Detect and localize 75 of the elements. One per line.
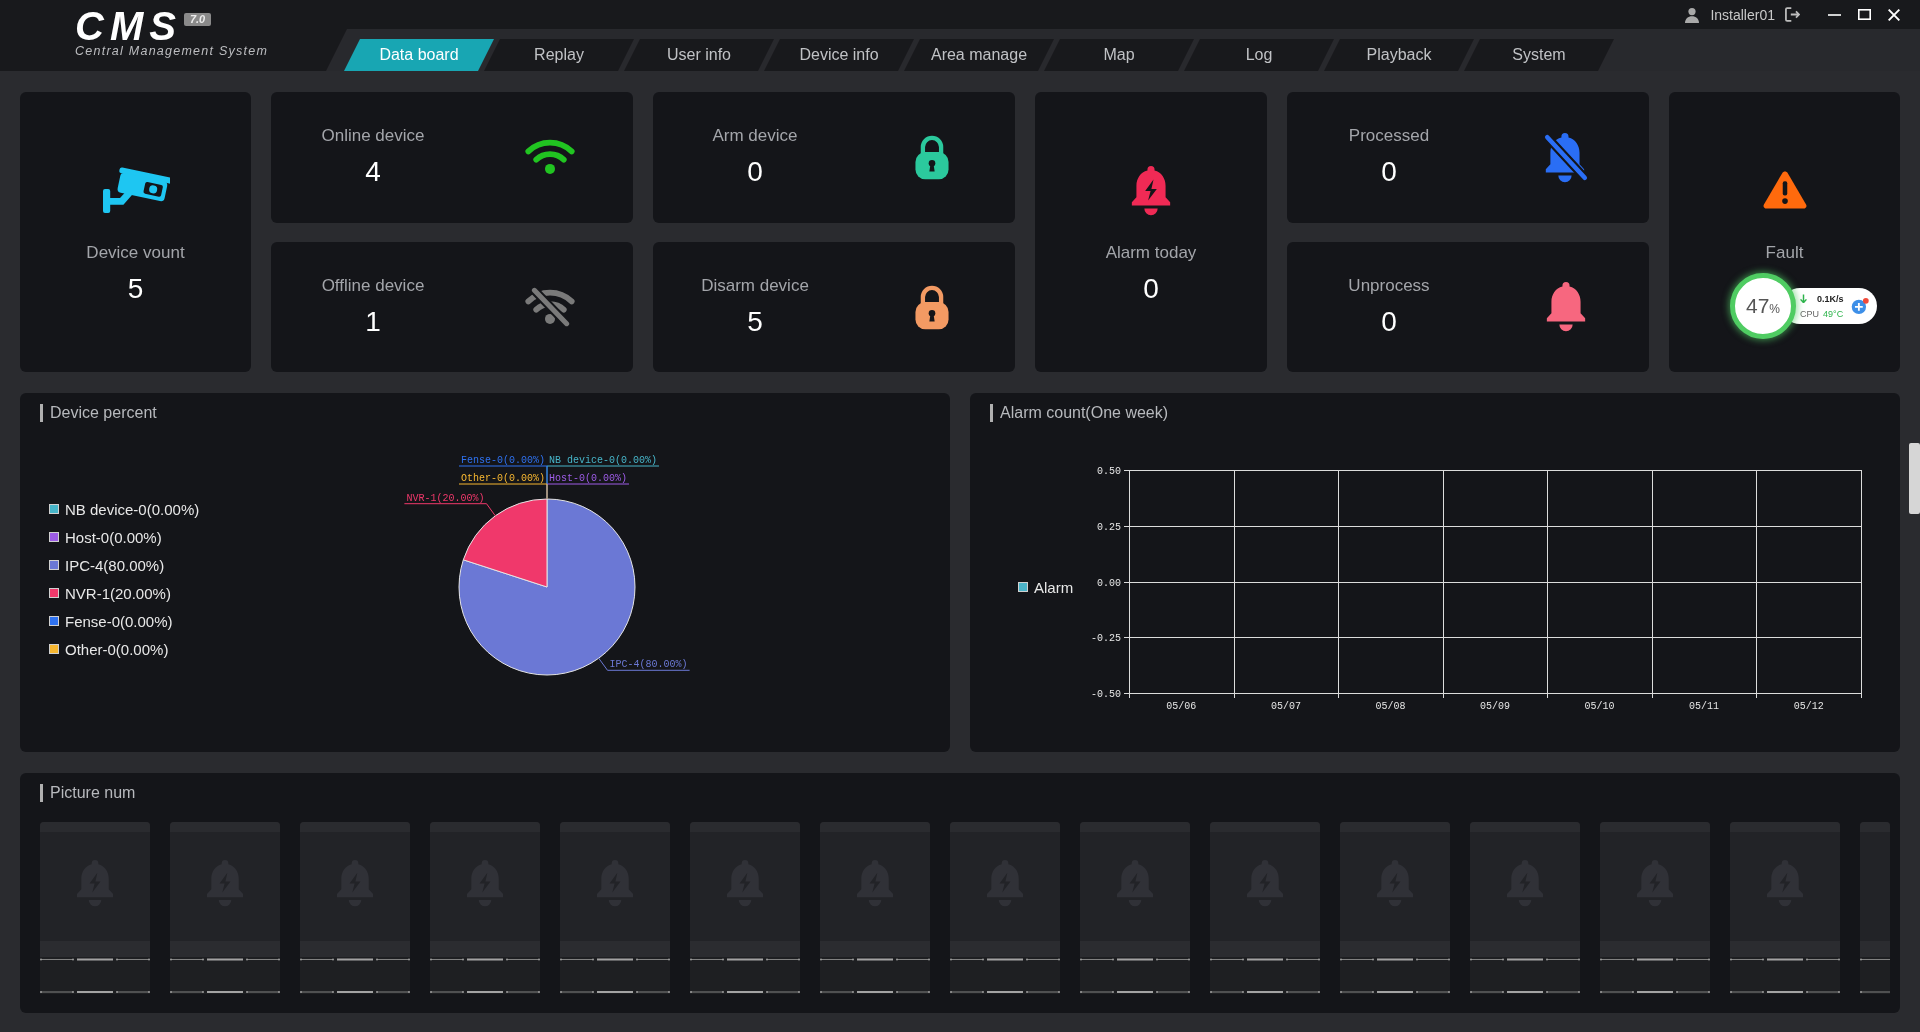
warning-icon: [1762, 171, 1807, 209]
slice-label: NB device-0(0.00%): [549, 455, 658, 466]
security-camera-icon: [101, 167, 170, 213]
stat-label: Disarm device: [701, 274, 809, 297]
version-badge: 7.0: [183, 13, 212, 26]
scrollbar-thumb[interactable]: [1909, 443, 1920, 514]
cpu-temperature: 49°C: [1823, 308, 1844, 319]
cpu-usage-value: 47: [1746, 294, 1770, 318]
nav-tab[interactable]: Device info: [764, 39, 914, 71]
slice-label: Other-0(0.00%): [461, 473, 545, 484]
stat-label: Device vount: [86, 242, 185, 264]
nav-tab[interactable]: Area manage: [904, 39, 1054, 71]
maximize-icon: [1857, 9, 1871, 20]
close-icon: [1888, 8, 1900, 21]
axis-label: -0.25: [1091, 633, 1121, 644]
nav-tab[interactable]: Playback: [1324, 39, 1474, 71]
stat-value: 4: [365, 155, 381, 190]
stat-label: Unprocess: [1348, 274, 1430, 297]
axis-label: 05/09: [1480, 701, 1510, 712]
stat-label: Online device: [321, 125, 425, 148]
nav-tab[interactable]: Map: [1044, 39, 1194, 71]
legend-label: Host-0(0.00%): [65, 528, 162, 546]
panel-title: Alarm count(One week): [990, 404, 1169, 422]
legend-label: Fense-0(0.00%): [65, 612, 173, 630]
axis-label: 05/10: [1584, 701, 1615, 712]
logout-icon[interactable]: [1785, 7, 1800, 22]
legend-label: Other-0(0.00%): [65, 640, 169, 658]
stat-label: Offline device: [321, 274, 425, 297]
lock-icon: [912, 133, 952, 182]
panel-title: Picture num: [40, 784, 136, 802]
down-arrow-icon: [1800, 294, 1807, 303]
axis-label: 05/06: [1166, 701, 1197, 712]
stat-label: Fault: [1765, 242, 1804, 264]
panel-title: Device percent: [40, 404, 157, 422]
bell-icon: [1544, 281, 1588, 333]
stat-value: 0: [747, 155, 763, 190]
legend-label: NB device-0(0.00%): [65, 500, 200, 518]
axis-label: -0.50: [1091, 689, 1121, 700]
axis-label: 0.50: [1097, 466, 1121, 477]
app-subtitle: Central Management System: [75, 44, 270, 58]
axis-label: 05/08: [1375, 701, 1406, 712]
wifi-off-icon: [525, 286, 575, 327]
axis-label: 05/11: [1689, 701, 1720, 712]
nav-tab[interactable]: Log: [1184, 39, 1334, 71]
axis-label: 05/07: [1270, 701, 1301, 712]
wifi-icon: [525, 139, 575, 176]
legend-label: NVR-1(20.00%): [65, 584, 171, 602]
network-speed: 0.1K/s: [1817, 293, 1844, 304]
stat-label: Alarm today: [1105, 242, 1197, 264]
nav-tab[interactable]: User info: [624, 39, 774, 71]
stat-label: Arm device: [712, 125, 798, 148]
stat-value: 5: [127, 272, 144, 306]
axis-label: 0.25: [1097, 522, 1121, 533]
cpu-label: CPU: [1800, 308, 1819, 319]
minimize-icon: [1827, 13, 1841, 16]
slice-label: Host-0(0.00%): [549, 473, 627, 484]
axis-label: 0.00: [1097, 578, 1121, 589]
axis-label: 05/12: [1793, 701, 1824, 712]
user-name: Installer01: [1710, 6, 1775, 23]
legend-label: Alarm: [1034, 578, 1074, 596]
stat-value: 0: [1143, 272, 1159, 306]
nav-tab[interactable]: System: [1464, 39, 1614, 71]
stat-value: 0: [1381, 304, 1397, 339]
stat-value: 5: [747, 304, 763, 339]
legend-label: IPC-4(80.00%): [65, 556, 165, 574]
slice-label: Fense-0(0.00%): [461, 455, 545, 466]
app-logo: CMS: [75, 9, 182, 43]
percent-unit: %: [1769, 302, 1780, 316]
slice-label: NVR-1(20.00%): [406, 492, 485, 504]
stat-value: 0: [1381, 155, 1397, 190]
stat-label: Processed: [1348, 125, 1430, 148]
user-icon: [1684, 6, 1701, 23]
plus-icon[interactable]: [1851, 298, 1869, 314]
stat-value: 1: [365, 304, 381, 339]
nav-tab[interactable]: Replay: [484, 39, 634, 71]
